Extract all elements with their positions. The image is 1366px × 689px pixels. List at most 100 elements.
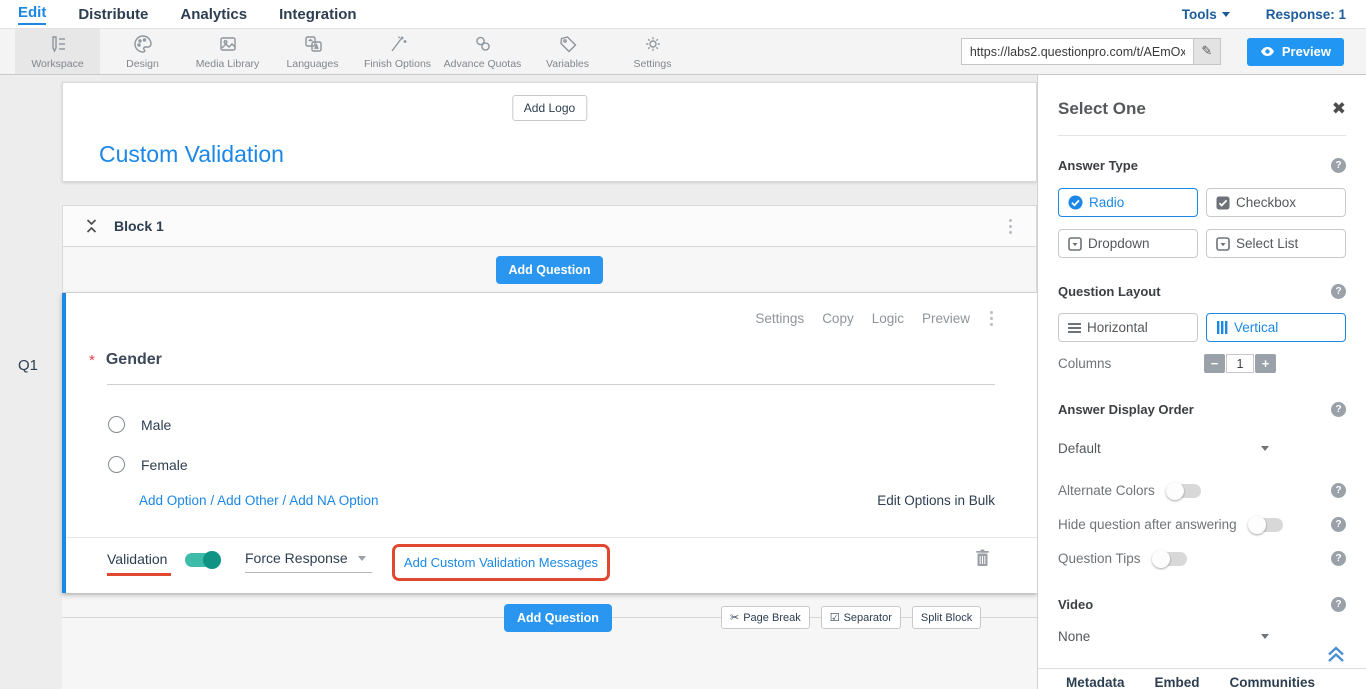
question-kebab-menu-icon[interactable] — [990, 311, 993, 326]
toolbar-item-media-library[interactable]: Media Library — [185, 29, 270, 74]
double-chevron-up-icon — [1326, 645, 1346, 663]
toolbar-item-workspace[interactable]: Workspace — [15, 29, 100, 74]
video-value: None — [1058, 629, 1090, 644]
nav-tab-edit[interactable]: Edit — [18, 4, 46, 25]
toolbar-item-finish-options[interactable]: Finish Options — [355, 29, 440, 74]
question-text[interactable]: Gender — [106, 351, 162, 369]
add-question-button-bottom[interactable]: Add Question — [504, 604, 612, 632]
preview-button[interactable]: Preview — [1247, 38, 1344, 66]
plus-icon: + — [1262, 357, 1270, 370]
question-title-row: * Gender — [89, 351, 162, 369]
help-icon[interactable]: ? — [1331, 284, 1346, 299]
force-response-label: Force Response — [245, 550, 348, 566]
force-response-dropdown[interactable]: Force Response — [245, 550, 372, 573]
columns-minus-button[interactable]: − — [1204, 354, 1225, 373]
layout-horizontal-button[interactable]: Horizontal — [1058, 313, 1198, 342]
delete-question-button[interactable] — [975, 549, 990, 572]
magic-wand-icon — [387, 33, 409, 55]
block-title[interactable]: Block 1 — [114, 218, 164, 234]
answer-display-order-select[interactable]: Default — [1058, 441, 1346, 456]
add-question-button[interactable]: Add Question — [496, 256, 604, 284]
toolbar-item-languages[interactable]: Languages — [270, 29, 355, 74]
question-logic-link[interactable]: Logic — [872, 311, 904, 326]
answer-type-checkbox-button[interactable]: Checkbox — [1206, 188, 1346, 217]
checked-box-icon: ☑ — [830, 611, 840, 624]
toolbar-item-advance-quotas[interactable]: Advance Quotas — [440, 29, 525, 74]
split-block-button[interactable]: Split Block — [912, 606, 981, 629]
tab-metadata[interactable]: Metadata — [1066, 675, 1125, 689]
help-icon[interactable]: ? — [1331, 551, 1346, 566]
answer-type-dropdown-button[interactable]: Dropdown — [1058, 229, 1198, 258]
answer-type-grid: Radio Checkbox — [1058, 188, 1346, 217]
scroll-to-top-button[interactable] — [1326, 645, 1346, 668]
alternate-colors-toggle[interactable] — [1168, 484, 1201, 498]
chevron-down-icon — [1261, 446, 1269, 451]
answer-type-select-list-button[interactable]: Select List — [1206, 229, 1346, 258]
add-custom-validation-messages-link[interactable]: Add Custom Validation Messages — [404, 555, 598, 570]
toolbar-item-design[interactable]: Design — [100, 29, 185, 74]
tab-embed[interactable]: Embed — [1155, 675, 1200, 689]
survey-url-input[interactable] — [961, 38, 1193, 65]
radio-button-male[interactable] — [108, 416, 125, 433]
question-settings-link[interactable]: Settings — [755, 311, 804, 326]
option-label[interactable]: Female — [141, 457, 188, 473]
top-navigation: Edit Distribute Analytics Integration To… — [0, 0, 1366, 29]
palette-icon — [132, 33, 154, 55]
question-tips-toggle[interactable] — [1154, 552, 1187, 566]
sidebar-title: Select One — [1058, 99, 1146, 119]
answer-type-label: Answer Type — [1058, 158, 1138, 173]
video-select[interactable]: None — [1058, 629, 1346, 644]
help-icon[interactable]: ? — [1331, 517, 1346, 532]
add-logo-button[interactable]: Add Logo — [512, 95, 587, 121]
dropdown-icon — [1068, 237, 1082, 251]
split-block-label: Split Block — [921, 612, 972, 624]
question-tips-label: Question Tips — [1058, 551, 1141, 566]
nav-tab-integration[interactable]: Integration — [279, 6, 357, 23]
sidebar-footer-tabs: Metadata Embed Communities — [1066, 675, 1315, 689]
collapse-block-icon[interactable] — [85, 218, 98, 234]
separator-button[interactable]: ☑ Separator — [821, 606, 901, 629]
survey-title[interactable]: Custom Validation — [99, 141, 284, 168]
answer-display-order-label-row: Answer Display Order ? — [1058, 402, 1346, 417]
trash-icon — [975, 549, 990, 567]
question-card: Settings Copy Logic Preview * Gender Mal… — [62, 293, 1037, 593]
response-count[interactable]: Response: 1 — [1266, 7, 1346, 22]
alternate-colors-label: Alternate Colors — [1058, 483, 1155, 498]
close-icon[interactable]: ✖ — [1332, 101, 1346, 118]
help-icon[interactable]: ? — [1331, 483, 1346, 498]
tag-icon — [557, 33, 579, 55]
add-other-link[interactable]: Add Other — [217, 493, 279, 508]
help-icon[interactable]: ? — [1331, 597, 1346, 612]
nav-tab-distribute[interactable]: Distribute — [78, 6, 148, 23]
add-na-option-link[interactable]: Add NA Option — [289, 493, 378, 508]
question-copy-link[interactable]: Copy — [822, 311, 854, 326]
toggle-knob — [203, 551, 221, 569]
block-kebab-menu-icon[interactable] — [1009, 219, 1012, 234]
edit-url-button[interactable]: ✎ — [1193, 38, 1221, 65]
red-annotation-underline — [107, 573, 171, 576]
workarea: Q1 Add Logo Custom Validation Block 1 Ad… — [0, 75, 1366, 689]
workspace-icon — [47, 33, 69, 55]
nav-tab-analytics[interactable]: Analytics — [180, 6, 247, 23]
layout-vertical-button[interactable]: Vertical — [1206, 313, 1346, 342]
help-icon[interactable]: ? — [1331, 158, 1346, 173]
add-option-link[interactable]: Add Option — [139, 493, 207, 508]
answer-option-row: Male — [108, 416, 171, 433]
hide-question-toggle[interactable] — [1250, 518, 1283, 532]
answer-type-radio-button[interactable]: Radio — [1058, 188, 1198, 217]
option-label[interactable]: Male — [141, 417, 171, 433]
edit-options-in-bulk-link[interactable]: Edit Options in Bulk — [877, 493, 995, 508]
minus-icon: − — [1211, 357, 1219, 370]
page-break-button[interactable]: ✂ Page Break — [721, 606, 810, 629]
help-icon[interactable]: ? — [1331, 402, 1346, 417]
tools-dropdown[interactable]: Tools — [1182, 7, 1230, 22]
tab-communities[interactable]: Communities — [1230, 675, 1316, 689]
toolbar-item-settings[interactable]: Settings — [610, 29, 695, 74]
radio-button-female[interactable] — [108, 456, 125, 473]
eye-icon — [1260, 46, 1275, 57]
toolbar-item-variables[interactable]: Variables — [525, 29, 610, 74]
question-preview-link[interactable]: Preview — [922, 311, 970, 326]
validation-toggle[interactable] — [185, 553, 219, 567]
columns-plus-button[interactable]: + — [1255, 354, 1276, 373]
separator-label: Separator — [844, 612, 892, 624]
